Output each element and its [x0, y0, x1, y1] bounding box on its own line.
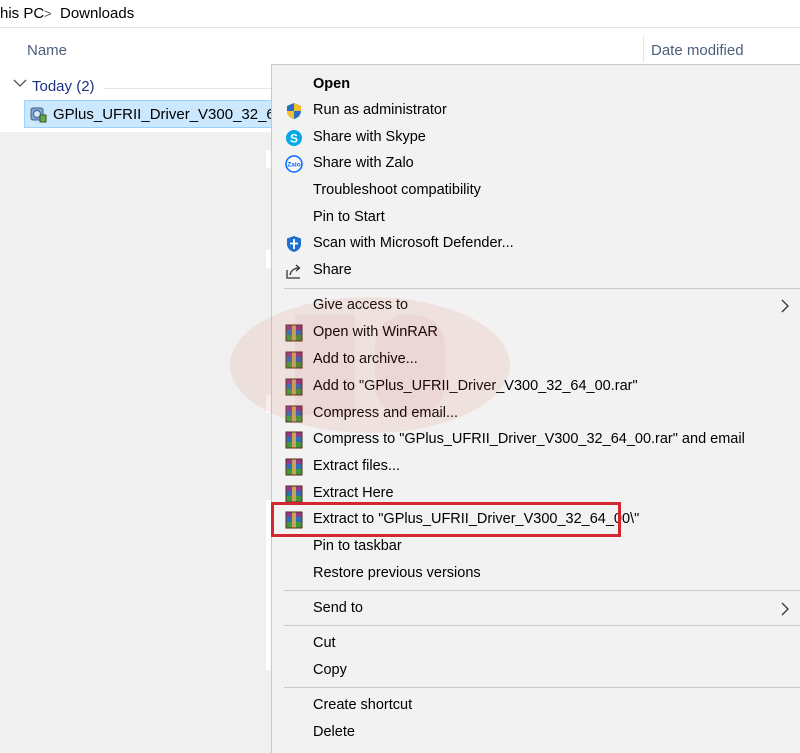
menu-item-label: Open: [313, 76, 351, 92]
menu-item-cut[interactable]: Cut: [272, 631, 800, 657]
menu-item-copy[interactable]: Copy: [272, 658, 800, 684]
menu-item-label: Troubleshoot compatibility: [313, 182, 481, 198]
winrar-icon: [285, 405, 303, 423]
menu-item-compress-and-email[interactable]: Compress and email...: [272, 401, 800, 427]
menu-item-pin-to-start[interactable]: Pin to Start: [272, 205, 800, 231]
uac-shield-icon: [287, 103, 301, 119]
menu-item-label: Compress and email...: [313, 405, 459, 421]
breadcrumb-this-pc[interactable]: his PC: [0, 0, 44, 27]
menu-item-delete[interactable]: Delete: [272, 720, 800, 746]
group-header-today[interactable]: Today (2): [32, 78, 95, 95]
menu-item-troubleshoot-compatibility[interactable]: Troubleshoot compatibility: [272, 178, 800, 204]
menu-item-add-to-archive[interactable]: Add to archive...: [272, 347, 800, 373]
menu-item-label: Send to: [313, 600, 363, 616]
winrar-icon: [285, 351, 303, 369]
menu-item-create-shortcut[interactable]: Create shortcut: [272, 693, 800, 719]
context-menu: Open Run as administrator S Share with S…: [271, 64, 800, 753]
menu-item-share[interactable]: Share: [272, 258, 800, 284]
menu-item-label: Pin to taskbar: [313, 538, 402, 554]
menu-item-share-with-zalo[interactable]: Zalo Share with Zalo: [272, 151, 800, 177]
svg-text:S: S: [290, 132, 298, 146]
menu-item-open-with-winrar[interactable]: Open with WinRAR: [272, 320, 800, 346]
menu-item-label: Give access to: [313, 297, 409, 313]
menu-item-add-to-rar[interactable]: Add to "GPlus_UFRII_Driver_V300_32_64_00…: [272, 374, 800, 400]
menu-separator: [284, 288, 800, 289]
menu-item-label: Extract Here: [313, 485, 394, 501]
menu-item-restore-previous-versions[interactable]: Restore previous versions: [272, 561, 800, 587]
menu-item-extract-files[interactable]: Extract files...: [272, 454, 800, 480]
winrar-icon: [285, 324, 303, 342]
menu-item-label: Share with Zalo: [313, 155, 414, 171]
winrar-icon: [285, 458, 303, 476]
menu-item-label: Delete: [313, 724, 355, 740]
chevron-down-icon[interactable]: [13, 78, 27, 88]
breadcrumb-downloads[interactable]: Downloads: [60, 0, 134, 27]
menu-item-label: Add to archive...: [313, 351, 418, 367]
svg-text:Zalo: Zalo: [287, 162, 300, 169]
menu-item-label: Pin to Start: [313, 209, 385, 225]
menu-item-give-access-to[interactable]: Give access to: [272, 293, 800, 319]
winrar-icon: [285, 485, 303, 503]
chevron-right-icon: [781, 299, 789, 313]
menu-item-label: Extract to "GPlus_UFRII_Driver_V300_32_6…: [313, 511, 640, 527]
group-divider: [104, 88, 274, 89]
column-divider[interactable]: [643, 36, 644, 62]
zalo-icon: Zalo: [285, 155, 303, 173]
menu-item-extract-here[interactable]: Extract Here: [272, 481, 800, 507]
menu-item-label: Copy: [313, 662, 347, 678]
menu-item-label: Compress to "GPlus_UFRII_Driver_V300_32_…: [313, 431, 745, 447]
menu-item-label: Run as administrator: [313, 102, 447, 118]
menu-item-label: Create shortcut: [313, 697, 413, 713]
menu-item-label: Restore previous versions: [313, 565, 481, 581]
skype-icon: S: [286, 130, 302, 146]
winrar-icon: [285, 378, 303, 396]
menu-separator: [284, 625, 800, 626]
menu-separator: [284, 687, 800, 688]
defender-icon: [287, 236, 301, 252]
breadcrumb: his PC > Downloads: [0, 0, 800, 28]
column-header-date-modified[interactable]: Date modified: [651, 42, 744, 59]
share-icon: [286, 264, 301, 279]
breadcrumb-chevron-icon: >: [44, 6, 52, 21]
chevron-right-icon: [781, 602, 789, 616]
menu-item-send-to[interactable]: Send to: [272, 596, 800, 622]
menu-item-compress-to-rar-and-email[interactable]: Compress to "GPlus_UFRII_Driver_V300_32_…: [272, 427, 800, 453]
menu-item-label: Extract files...: [313, 458, 401, 474]
menu-item-scan-with-defender[interactable]: Scan with Microsoft Defender...: [272, 231, 800, 257]
file-row-selected[interactable]: GPlus_UFRII_Driver_V300_32_64_00: [24, 100, 308, 128]
installer-file-icon: [30, 107, 47, 123]
winrar-icon: [285, 431, 303, 449]
menu-item-extract-to-folder[interactable]: Extract to "GPlus_UFRII_Driver_V300_32_6…: [272, 507, 800, 533]
menu-item-pin-to-taskbar[interactable]: Pin to taskbar: [272, 534, 800, 560]
menu-separator: [284, 590, 800, 591]
menu-item-label: Share: [313, 262, 352, 278]
menu-item-label: Cut: [313, 635, 336, 651]
menu-item-label: Open with WinRAR: [313, 324, 438, 340]
menu-item-label: Share with Skype: [313, 129, 426, 145]
column-header-name[interactable]: Name: [27, 42, 67, 59]
menu-item-open[interactable]: Open: [272, 72, 800, 98]
menu-item-share-with-skype[interactable]: S Share with Skype: [272, 125, 800, 151]
menu-item-label: Scan with Microsoft Defender...: [313, 235, 514, 251]
winrar-icon: [285, 511, 303, 529]
menu-item-run-as-administrator[interactable]: Run as administrator: [272, 98, 800, 124]
file-list-empty-area: [0, 132, 272, 753]
menu-item-label: Add to "GPlus_UFRII_Driver_V300_32_64_00…: [313, 378, 638, 394]
file-name: GPlus_UFRII_Driver_V300_32_64_00: [53, 106, 309, 123]
